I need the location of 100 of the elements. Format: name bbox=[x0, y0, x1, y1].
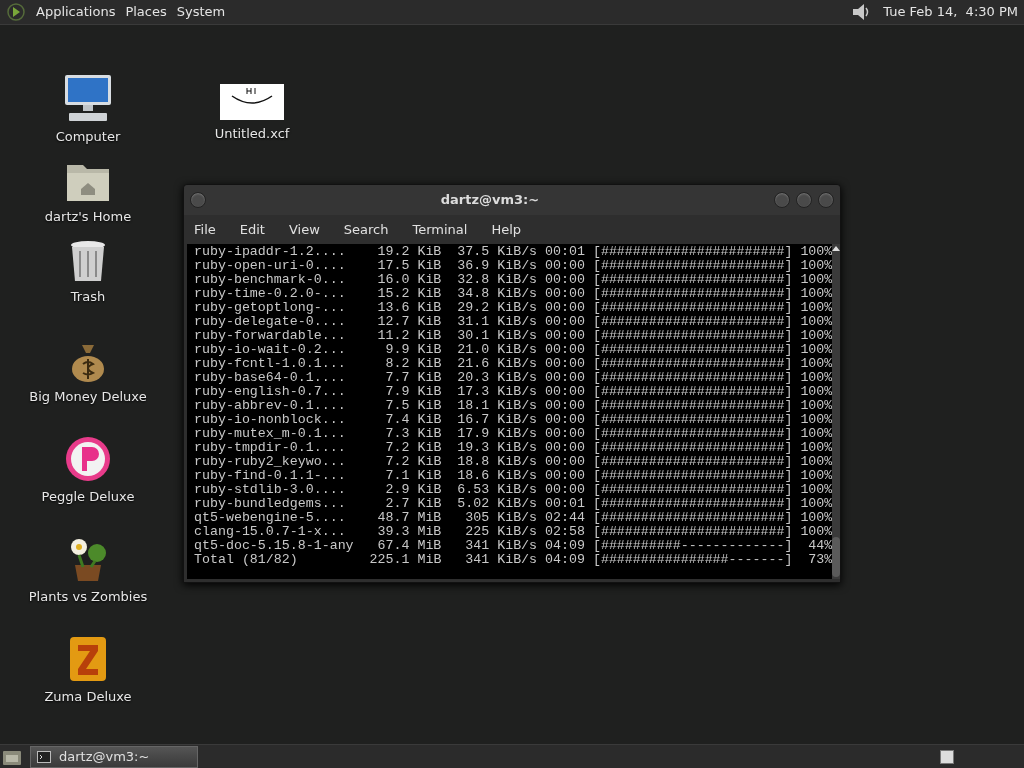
percent: 100% bbox=[799, 287, 833, 301]
percent: 100% bbox=[799, 357, 833, 371]
window-control-button[interactable] bbox=[796, 192, 812, 208]
package-name: ruby-benchmark-0... bbox=[194, 273, 347, 287]
percent: 100% bbox=[799, 385, 833, 399]
package-size: 12.7 KiB bbox=[376, 315, 442, 329]
desktop-icon-label[interactable]: dartz's Home bbox=[44, 207, 132, 227]
desktop-icon-label[interactable]: Peggle Deluxe bbox=[41, 487, 135, 507]
elapsed-time: 00:00 bbox=[545, 385, 585, 399]
progress-text: [#######################] bbox=[592, 343, 793, 357]
percent: 100% bbox=[799, 427, 833, 441]
percent: 100% bbox=[799, 301, 833, 315]
elapsed-time: 02:44 bbox=[545, 511, 585, 525]
progress-text: [#######################] bbox=[592, 427, 793, 441]
percent: 100% bbox=[799, 525, 833, 539]
scrollbar[interactable] bbox=[832, 244, 841, 579]
desktop-icon-label[interactable]: Big Money Deluxe bbox=[29, 387, 147, 407]
download-speed: 21.6 KiB/s bbox=[456, 357, 538, 371]
clock[interactable]: Tue Feb 14, 4:30 PM bbox=[883, 2, 1018, 22]
elapsed-time: 00:00 bbox=[545, 343, 585, 357]
percent: 73% bbox=[807, 553, 833, 567]
package-name: ruby-mutex_m-0.1... bbox=[194, 427, 347, 441]
package-size: 2.7 KiB bbox=[384, 497, 442, 511]
percent: 100% bbox=[799, 329, 833, 343]
menu-item[interactable]: Terminal bbox=[412, 219, 468, 240]
elapsed-time: 00:00 bbox=[545, 455, 585, 469]
package-name: ruby-io-nonblock... bbox=[194, 413, 347, 427]
progress-text: [#######################] bbox=[592, 329, 793, 343]
menu-logo-icon[interactable] bbox=[6, 2, 26, 22]
progress-text: [#######################] bbox=[592, 483, 793, 497]
progress-text: [#######################] bbox=[592, 371, 793, 385]
desktop-icon-label[interactable]: Trash bbox=[70, 287, 106, 307]
package-size: 7.3 KiB bbox=[384, 427, 442, 441]
package-size: 13.6 KiB bbox=[376, 301, 442, 315]
elapsed-time: 00:00 bbox=[545, 357, 585, 371]
progress-text: [#######################] bbox=[592, 511, 793, 525]
desktop-icon-label[interactable]: Computer bbox=[55, 127, 121, 147]
download-speed: 34.8 KiB/s bbox=[456, 287, 538, 301]
elapsed-time: 00:00 bbox=[545, 483, 585, 497]
package-size: 48.7 MiB bbox=[376, 511, 442, 525]
scroll-up-icon[interactable] bbox=[832, 246, 841, 251]
image-thumbnail-icon bbox=[220, 84, 284, 120]
package-name: ruby-forwardable... bbox=[194, 329, 347, 343]
package-name: ruby-fcntl-1.0.1... bbox=[194, 357, 347, 371]
menu-item[interactable]: Edit bbox=[239, 219, 265, 240]
package-name: qt5-webengine-5.... bbox=[194, 511, 347, 525]
elapsed-time: 00:00 bbox=[545, 371, 585, 385]
elapsed-time: 00:00 bbox=[545, 259, 585, 273]
window-control-button[interactable] bbox=[190, 192, 206, 208]
package-name: ruby-time-0.2.0-... bbox=[194, 287, 347, 301]
package-size: 19.2 KiB bbox=[376, 245, 442, 259]
menu-item[interactable]: Help bbox=[491, 219, 522, 240]
package-size: 39.3 MiB bbox=[376, 525, 442, 539]
progress-text: [#######################] bbox=[592, 413, 793, 427]
window-control-button[interactable] bbox=[774, 192, 790, 208]
progress-text: [#######################] bbox=[592, 385, 793, 399]
package-size: 17.5 KiB bbox=[376, 259, 442, 273]
panel-menu[interactable]: System bbox=[176, 2, 226, 22]
download-speed: 37.5 KiB/s bbox=[456, 245, 538, 259]
desktop-icon-label[interactable]: Plants vs Zombies bbox=[28, 587, 148, 607]
package-name: ruby-stdlib-3.0.... bbox=[194, 483, 347, 497]
download-speed: 6.53 KiB/s bbox=[456, 483, 538, 497]
menu-item[interactable]: View bbox=[288, 219, 320, 240]
download-speed: 30.1 KiB/s bbox=[456, 329, 538, 343]
package-size: 225.1 MiB bbox=[369, 553, 442, 567]
progress-text: [#######################] bbox=[592, 497, 793, 511]
taskbar-button[interactable]: dartz@vm3:~ bbox=[30, 745, 198, 768]
workspace-switcher[interactable] bbox=[940, 749, 954, 764]
progress-text: [#######################] bbox=[592, 525, 793, 539]
percent: 100% bbox=[799, 483, 833, 497]
window-control-button[interactable] bbox=[818, 192, 834, 208]
download-speed: 29.2 KiB/s bbox=[456, 301, 538, 315]
package-size: 7.2 KiB bbox=[384, 441, 442, 455]
panel-menu[interactable]: Applications bbox=[36, 2, 116, 22]
progress-text: [#######################] bbox=[592, 245, 793, 259]
download-speed: 31.1 KiB/s bbox=[456, 315, 538, 329]
menu-item[interactable]: Search bbox=[343, 219, 389, 240]
panel-menu[interactable]: Places bbox=[125, 2, 167, 22]
package-name: ruby-open-uri-0.... bbox=[194, 259, 347, 273]
elapsed-time: 00:00 bbox=[545, 301, 585, 315]
percent: 100% bbox=[799, 497, 833, 511]
menu-item[interactable]: File bbox=[194, 219, 216, 240]
scroll-thumb[interactable] bbox=[832, 537, 841, 577]
trash-icon bbox=[68, 239, 108, 283]
desktop-icon-label[interactable]: Zuma Deluxe bbox=[44, 687, 132, 707]
package-name: ruby-tmpdir-0.1.... bbox=[194, 441, 347, 455]
package-name: qt5-doc-5.15.8-1-any bbox=[194, 539, 355, 553]
package-size: 11.2 KiB bbox=[376, 329, 442, 343]
elapsed-time: 00:00 bbox=[545, 413, 585, 427]
percent: 100% bbox=[799, 511, 833, 525]
download-speed: 20.3 KiB/s bbox=[456, 371, 538, 385]
package-name: ruby-ipaddr-1.2.... bbox=[194, 245, 347, 259]
terminal-icon bbox=[37, 750, 51, 763]
percent: 100% bbox=[799, 259, 833, 273]
elapsed-time: 04:09 bbox=[545, 553, 585, 567]
desktop-icon-label[interactable]: Untitled.xcf bbox=[214, 124, 290, 144]
progress-text: [#######################] bbox=[592, 357, 793, 371]
download-speed: 19.3 KiB/s bbox=[456, 441, 538, 455]
download-speed: 17.9 KiB/s bbox=[456, 427, 538, 441]
progress-text: [#######################] bbox=[592, 469, 793, 483]
